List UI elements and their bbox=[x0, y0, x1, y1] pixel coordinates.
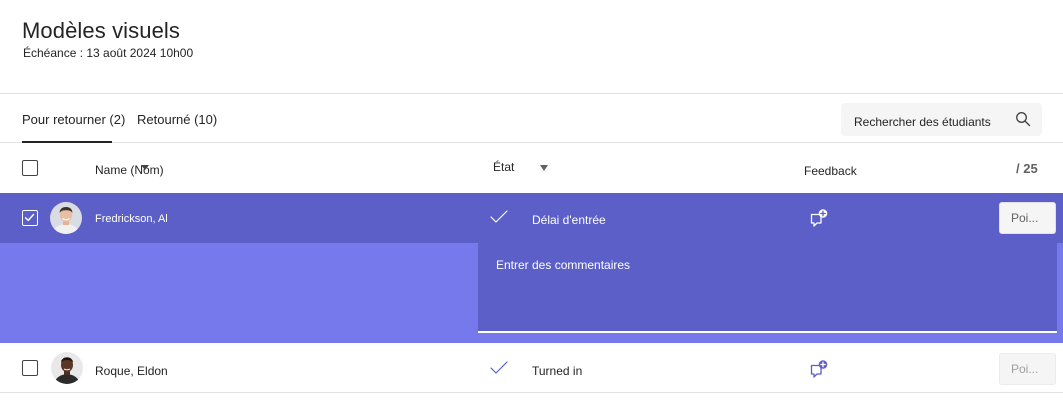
points-input[interactable]: Poi... bbox=[999, 202, 1056, 234]
assignment-title: Modèles visuels bbox=[22, 18, 181, 43]
add-feedback-icon[interactable] bbox=[809, 359, 829, 379]
row-checkbox[interactable] bbox=[22, 360, 38, 376]
student-name[interactable]: Roque, Eldon bbox=[95, 364, 168, 378]
turned-in-check-icon bbox=[490, 361, 508, 374]
status-text: Turned in bbox=[532, 364, 583, 378]
due-date: Échéance : 13 août 2024 10h00 bbox=[23, 46, 194, 60]
status-text: Délai d'entrée bbox=[532, 213, 606, 227]
avatar bbox=[51, 352, 83, 384]
table-header: Name (Nom) État Feedback / 25 bbox=[0, 143, 1063, 193]
tab-bar: Pour retourner (2) Retourné (10) Recherc… bbox=[0, 94, 1063, 143]
column-points-header: / 25 bbox=[1016, 161, 1038, 176]
select-all-checkbox[interactable] bbox=[22, 160, 38, 176]
column-name-header[interactable]: Name (Nom) bbox=[95, 163, 164, 177]
tab-returned[interactable]: Retourné (10) bbox=[137, 112, 217, 127]
table-row[interactable]: Fredrickson, Al Délai d'entrée Poi... bbox=[0, 193, 1063, 243]
checkmark-icon bbox=[24, 213, 35, 222]
assignment-header: Modèles visuels Échéance : 13 août 2024 … bbox=[0, 0, 1063, 94]
comment-placeholder: Entrer des commentaires bbox=[496, 258, 631, 272]
search-icon[interactable] bbox=[1015, 111, 1031, 127]
search-students-input[interactable]: Rechercher des étudiants bbox=[841, 103, 1042, 136]
comment-input[interactable]: Entrer des commentaires bbox=[478, 243, 1057, 333]
search-placeholder: Rechercher des étudiants bbox=[854, 115, 991, 129]
turned-in-check-icon bbox=[490, 210, 508, 223]
table-row[interactable]: Roque, Eldon Turned in Poi... bbox=[0, 343, 1063, 393]
column-state-header[interactable]: État bbox=[493, 160, 514, 174]
tab-to-return[interactable]: Pour retourner (2) bbox=[22, 112, 125, 127]
student-name[interactable]: Fredrickson, Al bbox=[95, 213, 168, 225]
column-feedback-header: Feedback bbox=[804, 164, 857, 178]
feedback-expanded-panel: Entrer des commentaires bbox=[0, 243, 1063, 343]
avatar bbox=[50, 202, 82, 234]
sort-arrow-icon[interactable] bbox=[141, 165, 149, 170]
row-checkbox-checked[interactable] bbox=[22, 210, 38, 226]
add-feedback-icon[interactable] bbox=[809, 208, 829, 228]
chevron-down-icon[interactable] bbox=[540, 165, 548, 171]
points-input[interactable]: Poi... bbox=[999, 353, 1056, 385]
